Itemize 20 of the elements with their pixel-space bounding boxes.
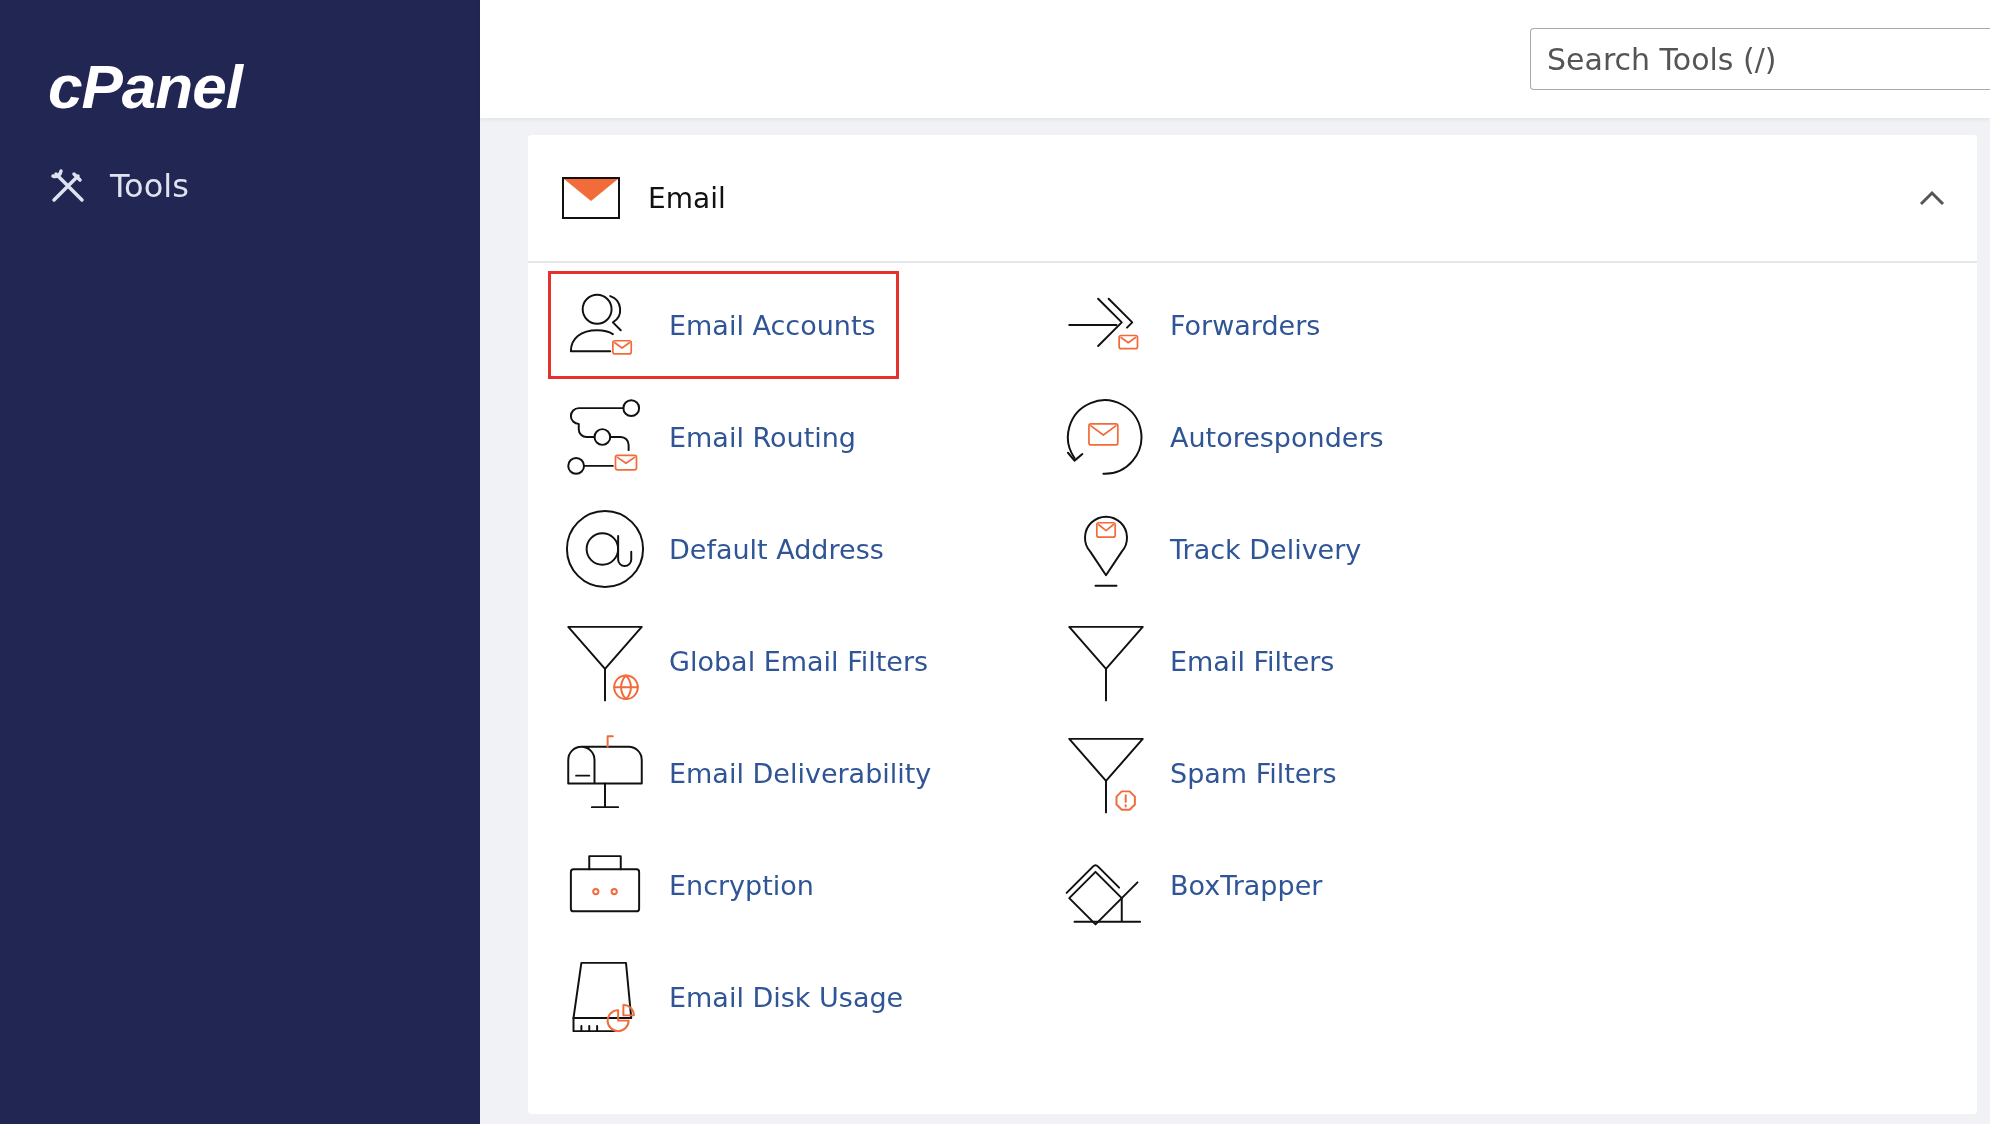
tool-link[interactable]: Autoresponders [1049, 383, 1407, 491]
logo: cPanel [48, 56, 242, 118]
envelope-icon [562, 177, 620, 219]
tool-link[interactable]: Encryption [548, 831, 837, 939]
sidebar-item[interactable]: Tools [48, 162, 189, 210]
tool-link[interactable]: Track Delivery [1049, 495, 1385, 603]
tool-link[interactable]: Email Deliverability [548, 719, 955, 827]
tool-link[interactable]: Email Routing [548, 383, 879, 491]
section-title: Email [648, 181, 727, 215]
tool-link[interactable]: Email Filters [1049, 607, 1358, 715]
at-sign-icon [563, 507, 647, 591]
tool-link[interactable]: Global Email Filters [548, 607, 952, 715]
collapse-chevron-icon[interactable] [1917, 188, 1947, 208]
tool-link[interactable]: Email Disk Usage [548, 943, 927, 1051]
tool-link[interactable]: Default Address [548, 495, 907, 603]
tool-link[interactable]: Forwarders [1049, 271, 1344, 379]
search-field[interactable]: Search Tools (/) [1530, 28, 1990, 90]
tool-link[interactable]: BoxTrapper [1049, 831, 1346, 939]
tool-link[interactable]: Spam Filters [1049, 719, 1360, 827]
tool-link[interactable]: Email Accounts [548, 271, 899, 379]
